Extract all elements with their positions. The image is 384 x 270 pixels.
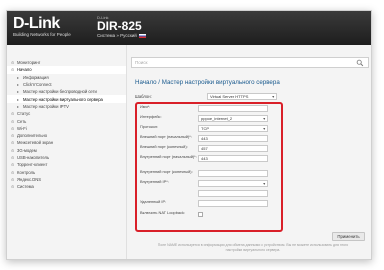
int-ip-row: Внутренний IP*: ▼	[140, 179, 268, 187]
name-field[interactable]	[198, 105, 268, 112]
sidebar-item-label: USB-накопитель	[17, 155, 50, 160]
int-ip-input-row	[140, 190, 268, 197]
search-icon[interactable]	[356, 59, 364, 67]
sidebar-item-label: Мастер настройки беспроводной сети	[23, 89, 97, 95]
sidebar-item-label: Мастер настройки виртуального сервера	[23, 96, 103, 102]
russian-flag-icon	[138, 33, 146, 38]
sidebar-item[interactable]: ⊙ Торрент-клиент	[7, 161, 126, 168]
chevron-down-icon: ▼	[262, 116, 266, 121]
sidebar-item[interactable]: ▸ Мастер настройки IPTV	[7, 103, 126, 110]
chevron-down-icon: ▼	[262, 181, 266, 186]
sidebar-item[interactable]: ⊙ Начало	[7, 66, 126, 74]
int-ip-label: Внутренний IP*:	[140, 179, 169, 184]
sidebar-item-label: Дополнительно	[17, 133, 48, 139]
sidebar-item[interactable]: ⊙ Статус	[7, 110, 126, 117]
apply-button[interactable]: Применить	[332, 232, 365, 241]
sidebar-item-label: Статус	[17, 111, 31, 117]
sidebar-item-label: Мастер настройки IPTV	[23, 103, 69, 109]
sidebar-item-label: Межсетевой экран	[17, 140, 54, 146]
sidebar-item-label: Click'n'Connect	[23, 82, 52, 88]
sidebar-item[interactable]: ▸ Мастер настройки беспроводной сети	[7, 88, 126, 95]
name-row: Имя*:	[140, 104, 268, 112]
model-name: DIR-825	[97, 19, 142, 33]
nat-loopback-checkbox[interactable]	[198, 211, 203, 217]
remote-ip-row: Удаленный IP:	[140, 199, 268, 207]
nat-loopback-row: Включить NAT Loopback:	[140, 210, 203, 217]
template-label: Шаблон:	[135, 93, 152, 99]
sidebar-item-label: Контроль	[17, 169, 36, 175]
ext-port-start-row: Внешний порт (начальный)*: 443	[140, 134, 268, 142]
int-port-end-row: Внутренний порт (конечный):	[140, 169, 268, 177]
chevron-down-icon: ▼	[262, 126, 266, 131]
sidebar-item[interactable]: ▸ Click'n'Connect	[7, 81, 126, 88]
sidebar-item[interactable]: ⊙ USB-накопитель	[7, 154, 126, 161]
nat-loopback-label: Включить NAT Loopback:	[140, 210, 185, 215]
int-ip-select[interactable]: ▼	[198, 180, 268, 187]
sidebar-item-label: Яндекс.DNS	[17, 176, 42, 182]
protocol-select[interactable]: TCP ▼	[198, 125, 268, 132]
search-placeholder: Поиск	[135, 60, 148, 65]
protocol-label: Протокол:	[140, 124, 159, 129]
ext-port-end-field[interactable]: 457	[198, 145, 268, 152]
footnote-text: Поле NAME используется в информации для …	[157, 243, 349, 252]
language-label: Система » Русский	[97, 33, 137, 38]
ext-port-start-field[interactable]: 443	[198, 135, 268, 142]
dlink-logo: D-Link Building Networks for People	[13, 15, 71, 37]
model-block: D-Link DIR-825 Система » Русский	[97, 15, 146, 39]
int-port-end-field[interactable]	[198, 170, 268, 177]
sidebar-item-label: Wi-Fi	[17, 125, 27, 131]
sidebar-item[interactable]: ⊙ Межсетевой экран	[7, 139, 126, 146]
ext-port-end-row: Внешний порт (конечный): 457	[140, 144, 268, 152]
remote-ip-field[interactable]	[198, 200, 268, 207]
sidebar-nav: ⊙ Мониторинг ⊙ Начало ▸ Информация ▸ Click'n'Co…	[7, 45, 127, 259]
int-ip-field[interactable]	[198, 190, 268, 197]
header-bar: D-Link Building Networks for People D-Li…	[7, 11, 371, 45]
sidebar-item[interactable]: ⊙ Дополнительно	[7, 132, 126, 139]
name-label: Имя*:	[140, 104, 151, 109]
sidebar-item-label: 3G-модем	[17, 147, 37, 153]
remote-ip-label: Удаленный IP:	[140, 199, 167, 204]
interface-row: Интерфейс: pppoe_internet_2 ▼	[140, 114, 268, 122]
int-port-start-field[interactable]: 443	[198, 155, 268, 162]
sidebar-item[interactable]: ⊙ Сеть	[7, 117, 126, 124]
template-select[interactable]: Virtual Server HTTPS ▼	[207, 93, 277, 100]
sidebar-item[interactable]: ⊙ Мониторинг	[7, 59, 126, 66]
sidebar-item[interactable]: ⊙ 3G-модем	[7, 147, 126, 154]
language-selector[interactable]: Система » Русский	[97, 32, 146, 39]
int-port-start-row: Внутренний порт (начальный)*: 443	[140, 154, 268, 162]
sidebar-item-label: Торрент-клиент	[17, 162, 48, 168]
int-port-start-label: Внутренний порт (начальный)*:	[140, 154, 197, 159]
browser-window: D-Link Building Networks for People D-Li…	[6, 10, 372, 260]
sidebar-item-label: Информация	[23, 74, 49, 80]
main-content: Поиск Начало / Мастер настройки виртуаль…	[127, 45, 371, 259]
sidebar-item-label: Начало	[17, 67, 32, 73]
sidebar-item[interactable]: ▸ Информация	[7, 74, 126, 81]
search-input[interactable]: Поиск	[131, 57, 369, 68]
sidebar-item[interactable]: ⊙ Wi-Fi	[7, 125, 126, 132]
sidebar-item-label: Мониторинг	[17, 60, 41, 66]
ext-port-start-label: Внешний порт (начальный)*:	[140, 134, 192, 139]
page-title: Начало / Мастер настройки виртуального с…	[135, 79, 280, 86]
sidebar-item[interactable]: ▸ Мастер настройки виртуального сервера	[7, 95, 126, 103]
sidebar-item-label: Сеть	[17, 118, 27, 124]
sidebar-item[interactable]: ⊙ Система	[7, 183, 126, 190]
ext-port-end-label: Внешний порт (конечный):	[140, 144, 188, 149]
interface-select[interactable]: pppoe_internet_2 ▼	[198, 115, 268, 122]
virtual-server-form: Имя*: Интерфейс: pppoe_internet_2 ▼ Прот…	[135, 102, 283, 232]
sidebar-item[interactable]: ⊙ Контроль	[7, 168, 126, 175]
int-port-end-label: Внутренний порт (конечный):	[140, 169, 193, 174]
sidebar-item[interactable]: ⊙ Яндекс.DNS	[7, 176, 126, 183]
sidebar-item-label: Система	[17, 184, 34, 190]
template-row: Шаблон: Virtual Server HTTPS ▼	[135, 93, 277, 100]
chevron-down-icon: ▼	[271, 94, 275, 99]
protocol-row: Протокол: TCP ▼	[140, 124, 268, 132]
interface-label: Интерфейс:	[140, 114, 162, 119]
